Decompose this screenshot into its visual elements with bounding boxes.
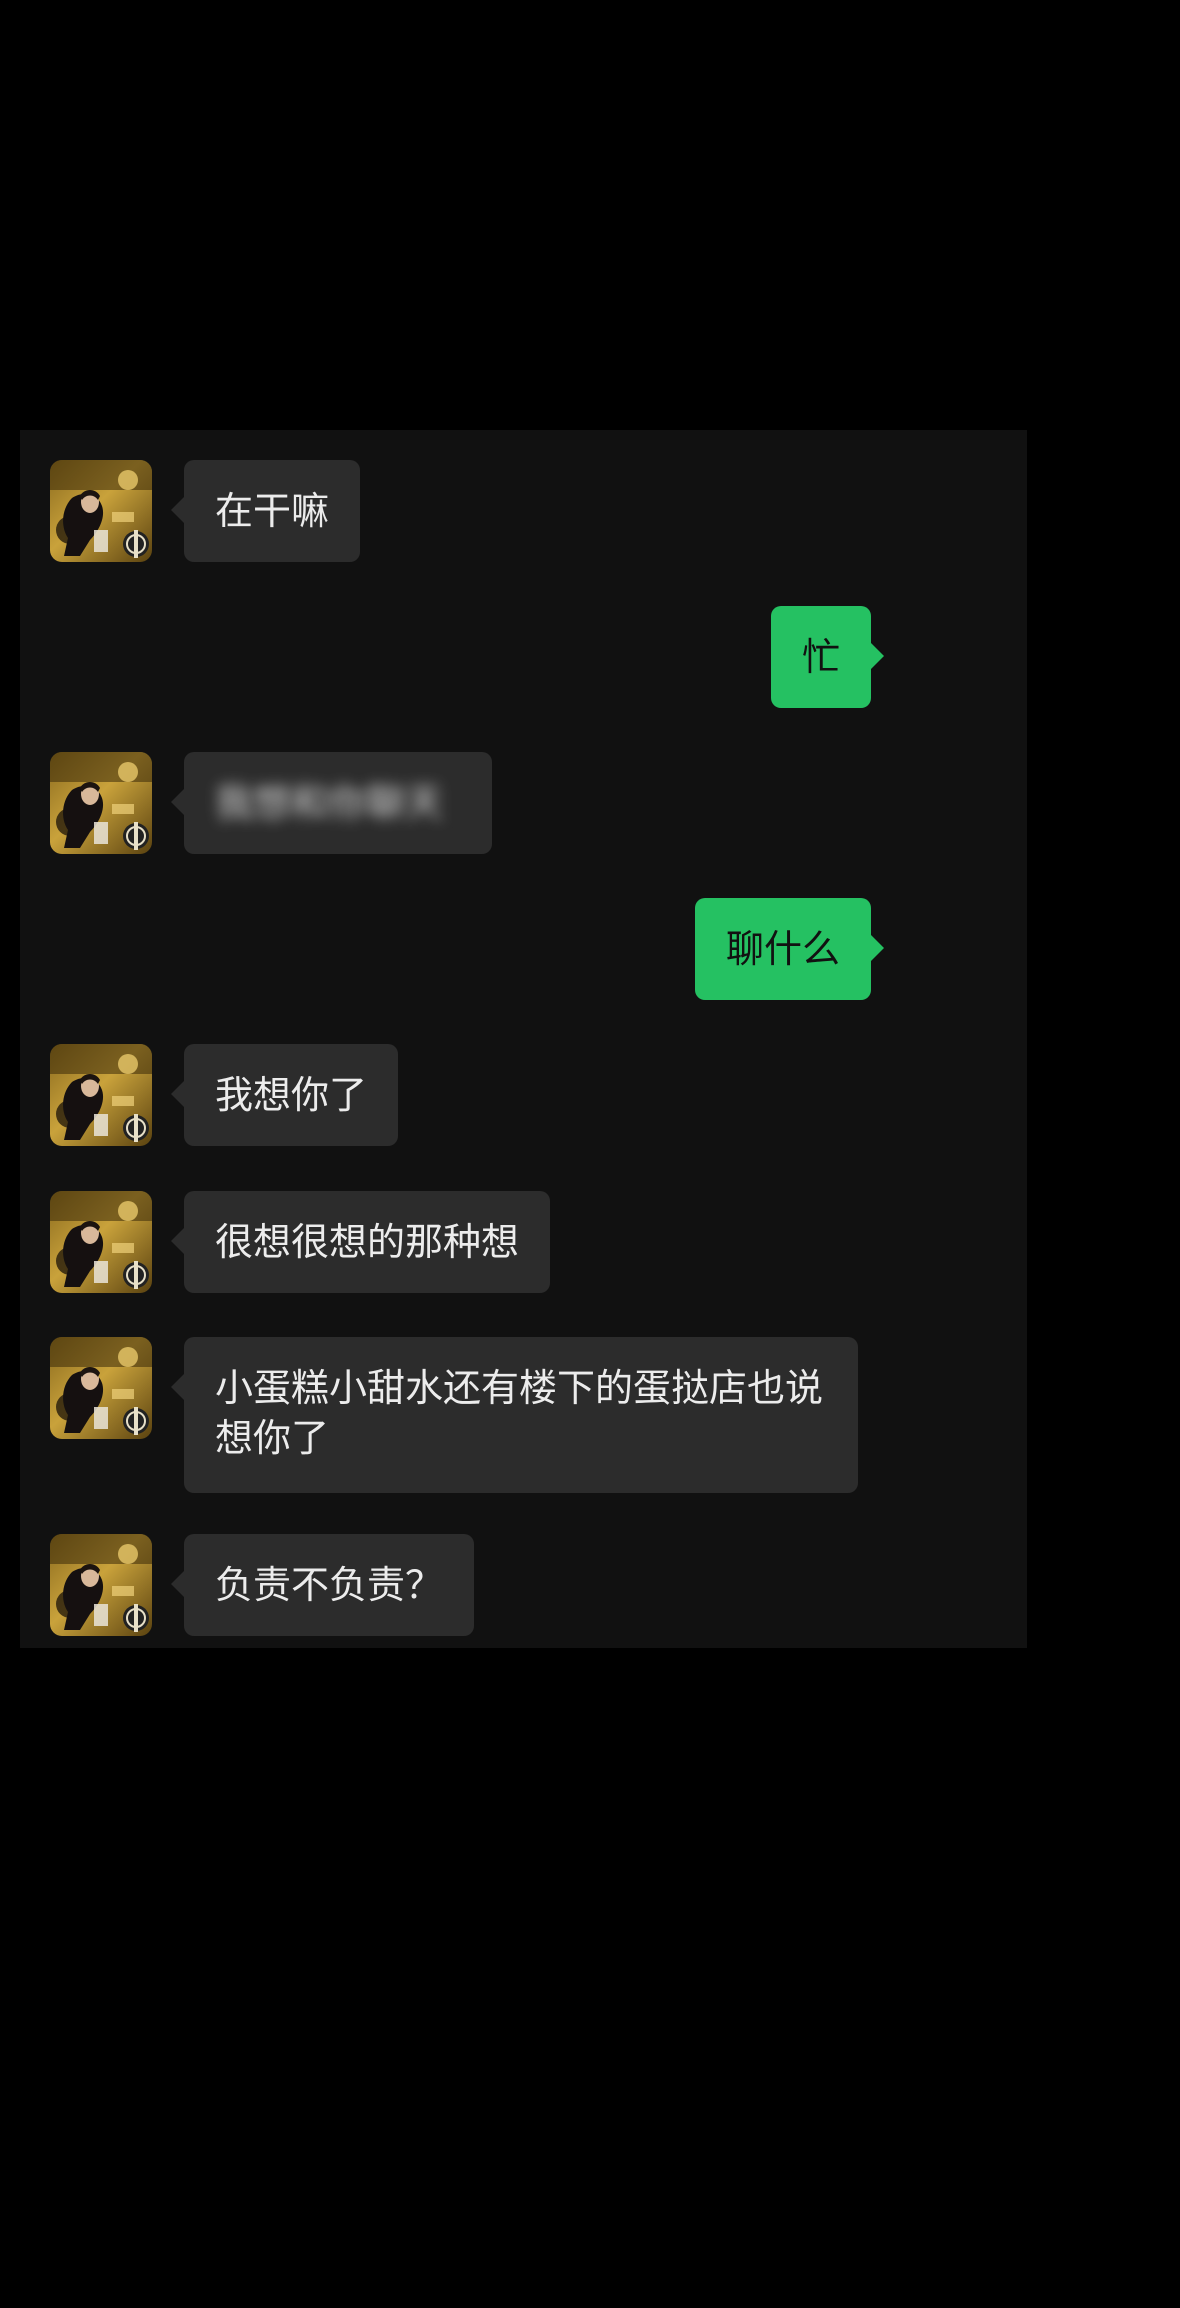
incoming-message-bubble[interactable]: 很想很想的那种想 (170, 1191, 551, 1293)
message-row-incoming: 在干嘛 (20, 460, 1027, 562)
incoming-message-bubble[interactable]: 小蛋糕小甜水还有楼下的蛋挞店也说想你了 (171, 1337, 858, 1493)
message-row-outgoing: 聊什么 (20, 898, 1027, 1000)
contact-avatar-icon[interactable] (50, 1337, 152, 1439)
message-row-outgoing: 忙 (20, 606, 1027, 708)
incoming-message-bubble[interactable]: 负责不负责？ (170, 1534, 475, 1636)
message-row-incoming: 我想你了 (20, 1044, 1027, 1146)
message-text: 忙 (801, 635, 840, 679)
message-text: 小蛋糕小甜水还有楼下的蛋挞店也说想你了 (215, 1366, 824, 1460)
message-row-incoming: 我想和你聊天 (20, 752, 1027, 854)
message-text: 在干嘛 (215, 489, 330, 533)
outgoing-message-bubble[interactable]: 聊什么 (694, 898, 885, 1000)
incoming-message-bubble[interactable]: 我想你了 (170, 1044, 399, 1146)
contact-avatar-icon[interactable] (50, 1044, 152, 1146)
contact-avatar-icon[interactable] (50, 1191, 152, 1293)
contact-avatar-icon[interactable] (50, 752, 152, 854)
incoming-message-bubble[interactable]: 在干嘛 (170, 460, 361, 562)
message-text: 聊什么 (725, 927, 840, 971)
message-row-incoming: 很想很想的那种想 (20, 1191, 1027, 1293)
message-row-incoming: 负责不负责？ (20, 1534, 1027, 1636)
outgoing-message-bubble[interactable]: 忙 (770, 606, 885, 708)
message-text: 负责不负责？ (215, 1563, 444, 1607)
contact-avatar-icon[interactable] (50, 1534, 152, 1636)
contact-avatar-icon[interactable] (50, 460, 152, 562)
chat-panel: 在干嘛 忙 我想和你聊天 聊什么 我想你了 很想很想的那种想 小蛋糕小甜水还有楼… (20, 430, 1027, 1648)
message-text: 很想很想的那种想 (215, 1220, 520, 1264)
obscured-message-text: 我想和你聊天 (215, 781, 444, 825)
message-row-incoming: 小蛋糕小甜水还有楼下的蛋挞店也说想你了 (20, 1337, 1027, 1493)
incoming-message-bubble-obscured[interactable]: 我想和你聊天 (171, 752, 492, 854)
message-text: 我想你了 (215, 1073, 368, 1117)
